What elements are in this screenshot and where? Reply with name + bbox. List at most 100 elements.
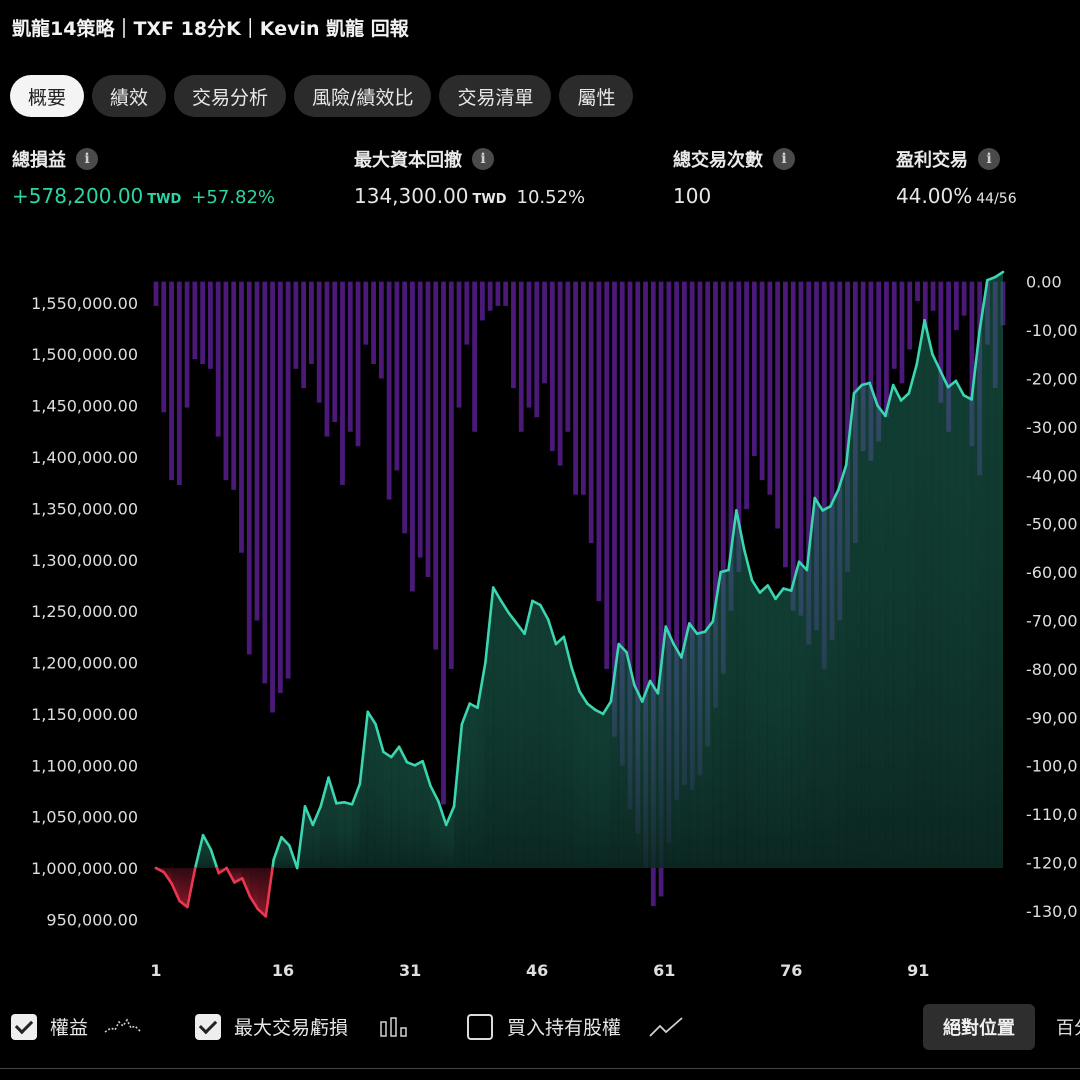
drawdown-bar	[526, 281, 532, 408]
equity-area-positive	[853, 385, 862, 869]
win-loss-ratio: 44/56	[976, 191, 1017, 207]
equity-area-positive	[540, 604, 549, 869]
drawdown-bar	[783, 281, 788, 568]
y-tick-label: 1,300,000.00	[31, 551, 138, 570]
equity-area-positive	[665, 626, 674, 869]
equity-area-positive	[508, 613, 517, 869]
drawdown-bar	[487, 281, 493, 311]
y-tick-label: 1,250,000.00	[31, 602, 138, 621]
x-tick-label: 46	[526, 961, 548, 980]
equity-area-positive	[995, 272, 1003, 869]
equity-area-positive	[383, 751, 392, 869]
drawdown-bar	[332, 281, 338, 423]
drawdown-bar	[425, 281, 431, 577]
equity-area-positive	[634, 685, 643, 869]
right-axis: 0.00 -10,00 -20,00 -30,00 -40,00 -50,00 -60,00…	[1026, 273, 1078, 921]
x-axis: 1 16 31 46 61 76 91	[150, 961, 929, 980]
drawdown-bar	[410, 281, 415, 592]
drawdown-bar	[775, 281, 781, 529]
equity-area-positive	[948, 380, 956, 869]
x-tick-label: 1	[150, 961, 161, 980]
equity-chart[interactable]: 950,000.00 1,000,000.00 1,050,000.00 1,100,…	[0, 250, 1080, 990]
tab-properties[interactable]: 屬性	[559, 75, 634, 117]
equity-area-positive	[799, 561, 807, 869]
equity-area-positive	[336, 802, 345, 869]
tab-risk-ratio[interactable]: 風險/績效比	[294, 75, 432, 117]
tab-trade-analysis[interactable]: 交易分析	[174, 75, 287, 117]
drawdown-bar	[790, 281, 796, 611]
max-drawdown-percent: 10.52%	[516, 187, 586, 208]
equity-area-positive	[736, 510, 745, 869]
equity-area-positive	[697, 631, 705, 869]
buy-hold-checkbox[interactable]	[467, 1014, 493, 1040]
drawdown-bar	[386, 281, 392, 500]
y2-tick-label: -50,00	[1026, 515, 1078, 534]
equity-area-positive	[642, 681, 651, 869]
info-icon[interactable]: i	[773, 148, 795, 170]
y-tick-label: 1,150,000.00	[31, 705, 138, 724]
y-tick-label: 1,450,000.00	[31, 397, 138, 416]
drawdown-bar	[262, 281, 268, 684]
drawdown-bar	[184, 281, 190, 408]
drawdown-bar	[192, 281, 198, 360]
drawdown-bar	[208, 281, 213, 369]
y-tick-label: 1,500,000.00	[31, 345, 138, 364]
x-tick-label: 61	[653, 961, 675, 980]
info-icon[interactable]: i	[76, 148, 98, 170]
y-tick-label: 1,350,000.00	[31, 499, 138, 518]
equity-line-icon	[104, 1018, 142, 1033]
bar-chart-icon	[380, 1017, 407, 1037]
drawdown-bar	[239, 281, 244, 553]
y-tick-label: 950,000.00	[46, 910, 138, 929]
y-tick-label: 1,200,000.00	[31, 654, 138, 673]
drawdown-bar	[448, 281, 454, 669]
y2-tick-label: -60,00	[1026, 563, 1078, 582]
equity-area-positive	[814, 498, 823, 869]
drawdown-bar	[340, 281, 345, 485]
equity-area-positive	[571, 667, 580, 869]
x-tick-label: 76	[780, 961, 802, 980]
equity-area-positive	[587, 703, 596, 869]
tab-performance[interactable]: 績效	[92, 75, 167, 117]
y2-tick-label: -30,00	[1026, 418, 1078, 437]
equity-area-positive	[783, 588, 792, 869]
drawdown-bar	[891, 281, 897, 369]
equity-area-positive	[399, 746, 407, 869]
y2-tick-label: -40,00	[1026, 466, 1078, 485]
y2-tick-label: -130,0	[1026, 902, 1078, 921]
equity-area-positive	[689, 623, 698, 869]
equity-area-positive	[532, 600, 541, 869]
chart-legend: 權益 最大交易虧損 買入持有股權	[0, 1008, 1080, 1052]
drawdown-bar	[588, 281, 594, 544]
drawdown-bar	[254, 281, 260, 621]
drawdown-bar	[169, 281, 174, 481]
drawdown-bar	[907, 281, 913, 350]
equity-area-positive	[414, 761, 423, 869]
drawdown-bar	[176, 281, 182, 485]
drawdown-bar	[534, 281, 540, 418]
info-icon[interactable]: i	[978, 148, 1000, 170]
drawdown-bar	[511, 281, 516, 389]
equity-area-positive	[955, 380, 964, 869]
stat-net-profit: 總損益 i +578,200.00 TWD +57.82%	[12, 146, 275, 208]
equity-area-positive	[893, 385, 902, 869]
equity-checkbox[interactable]	[11, 1014, 37, 1040]
equity-area-positive	[963, 395, 972, 869]
equity-area-positive	[916, 320, 925, 869]
tab-overview[interactable]: 概要	[10, 75, 85, 117]
stat-label: 總交易次數	[673, 150, 763, 171]
info-icon[interactable]: i	[472, 148, 494, 170]
y2-tick-label: 0.00	[1026, 273, 1062, 292]
absolute-position-button[interactable]: 絕對位置	[923, 1004, 1035, 1050]
equity-area-positive	[681, 623, 690, 869]
equity-area-positive	[752, 580, 760, 869]
drawdown-bar	[479, 281, 485, 321]
equity-area-positive	[579, 691, 588, 869]
tab-trade-list[interactable]: 交易清單	[439, 75, 552, 117]
max-loss-checkbox[interactable]	[195, 1014, 221, 1040]
percentage-button[interactable]: 百分比	[1056, 1014, 1080, 1040]
equity-area-positive	[838, 465, 847, 869]
equity-area-positive	[391, 746, 400, 869]
drawdown-bar	[899, 281, 905, 384]
drawdown-bar	[596, 281, 602, 602]
